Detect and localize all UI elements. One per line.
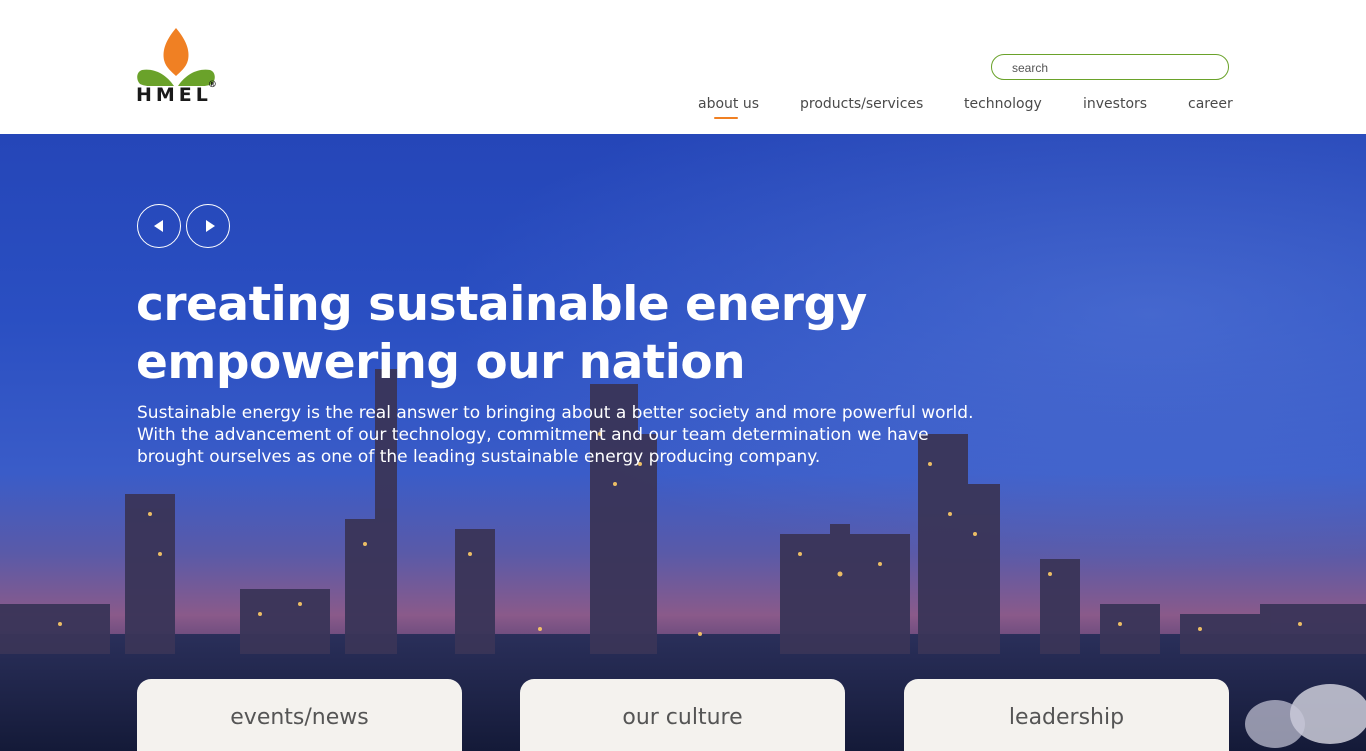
nav-item-label: technology — [964, 96, 1042, 112]
hero-title-line1: creating sustainable energy — [136, 277, 867, 332]
registered-mark: ® — [207, 80, 217, 90]
nav-item-label: career — [1188, 96, 1233, 112]
search-input[interactable] — [1012, 59, 1212, 76]
site-header: HMEL® about us products/services technol… — [0, 0, 1366, 134]
slider-next-button[interactable] — [186, 204, 230, 248]
slider-prev-button[interactable] — [137, 204, 181, 248]
nav-item-investors[interactable]: investors — [1083, 96, 1147, 112]
active-nav-underline — [714, 117, 738, 119]
card-our-culture[interactable]: our culture — [520, 679, 845, 751]
hero-description: Sustainable energy is the real answer to… — [137, 403, 974, 467]
hero-title: creating sustainable energy empowering o… — [136, 276, 896, 392]
drop-leaf-logo-icon — [137, 28, 215, 86]
nav-item-technology[interactable]: technology — [964, 96, 1042, 112]
nav-item-career[interactable]: career — [1188, 96, 1233, 112]
nav-item-about-us[interactable]: about us — [698, 96, 760, 119]
nav-item-label: about us — [698, 96, 760, 112]
nav-item-label: products/services — [800, 96, 924, 112]
card-label: leadership — [1008, 705, 1125, 730]
play-left-icon — [154, 220, 163, 232]
hero-title-line2: empowering our nation — [136, 335, 746, 390]
card-label: events/news — [230, 705, 369, 730]
play-right-icon — [206, 220, 215, 232]
main-nav: about us products/services technology in… — [0, 96, 1366, 119]
nav-item-products-services[interactable]: products/services — [800, 96, 923, 112]
card-leadership[interactable]: leadership — [904, 679, 1229, 751]
card-events-news[interactable]: events/news — [137, 679, 462, 751]
card-label: our culture — [622, 705, 743, 730]
hero-banner: creating sustainable energy empowering o… — [0, 134, 1366, 751]
nav-item-label: investors — [1083, 96, 1148, 112]
search-box[interactable] — [991, 54, 1229, 80]
